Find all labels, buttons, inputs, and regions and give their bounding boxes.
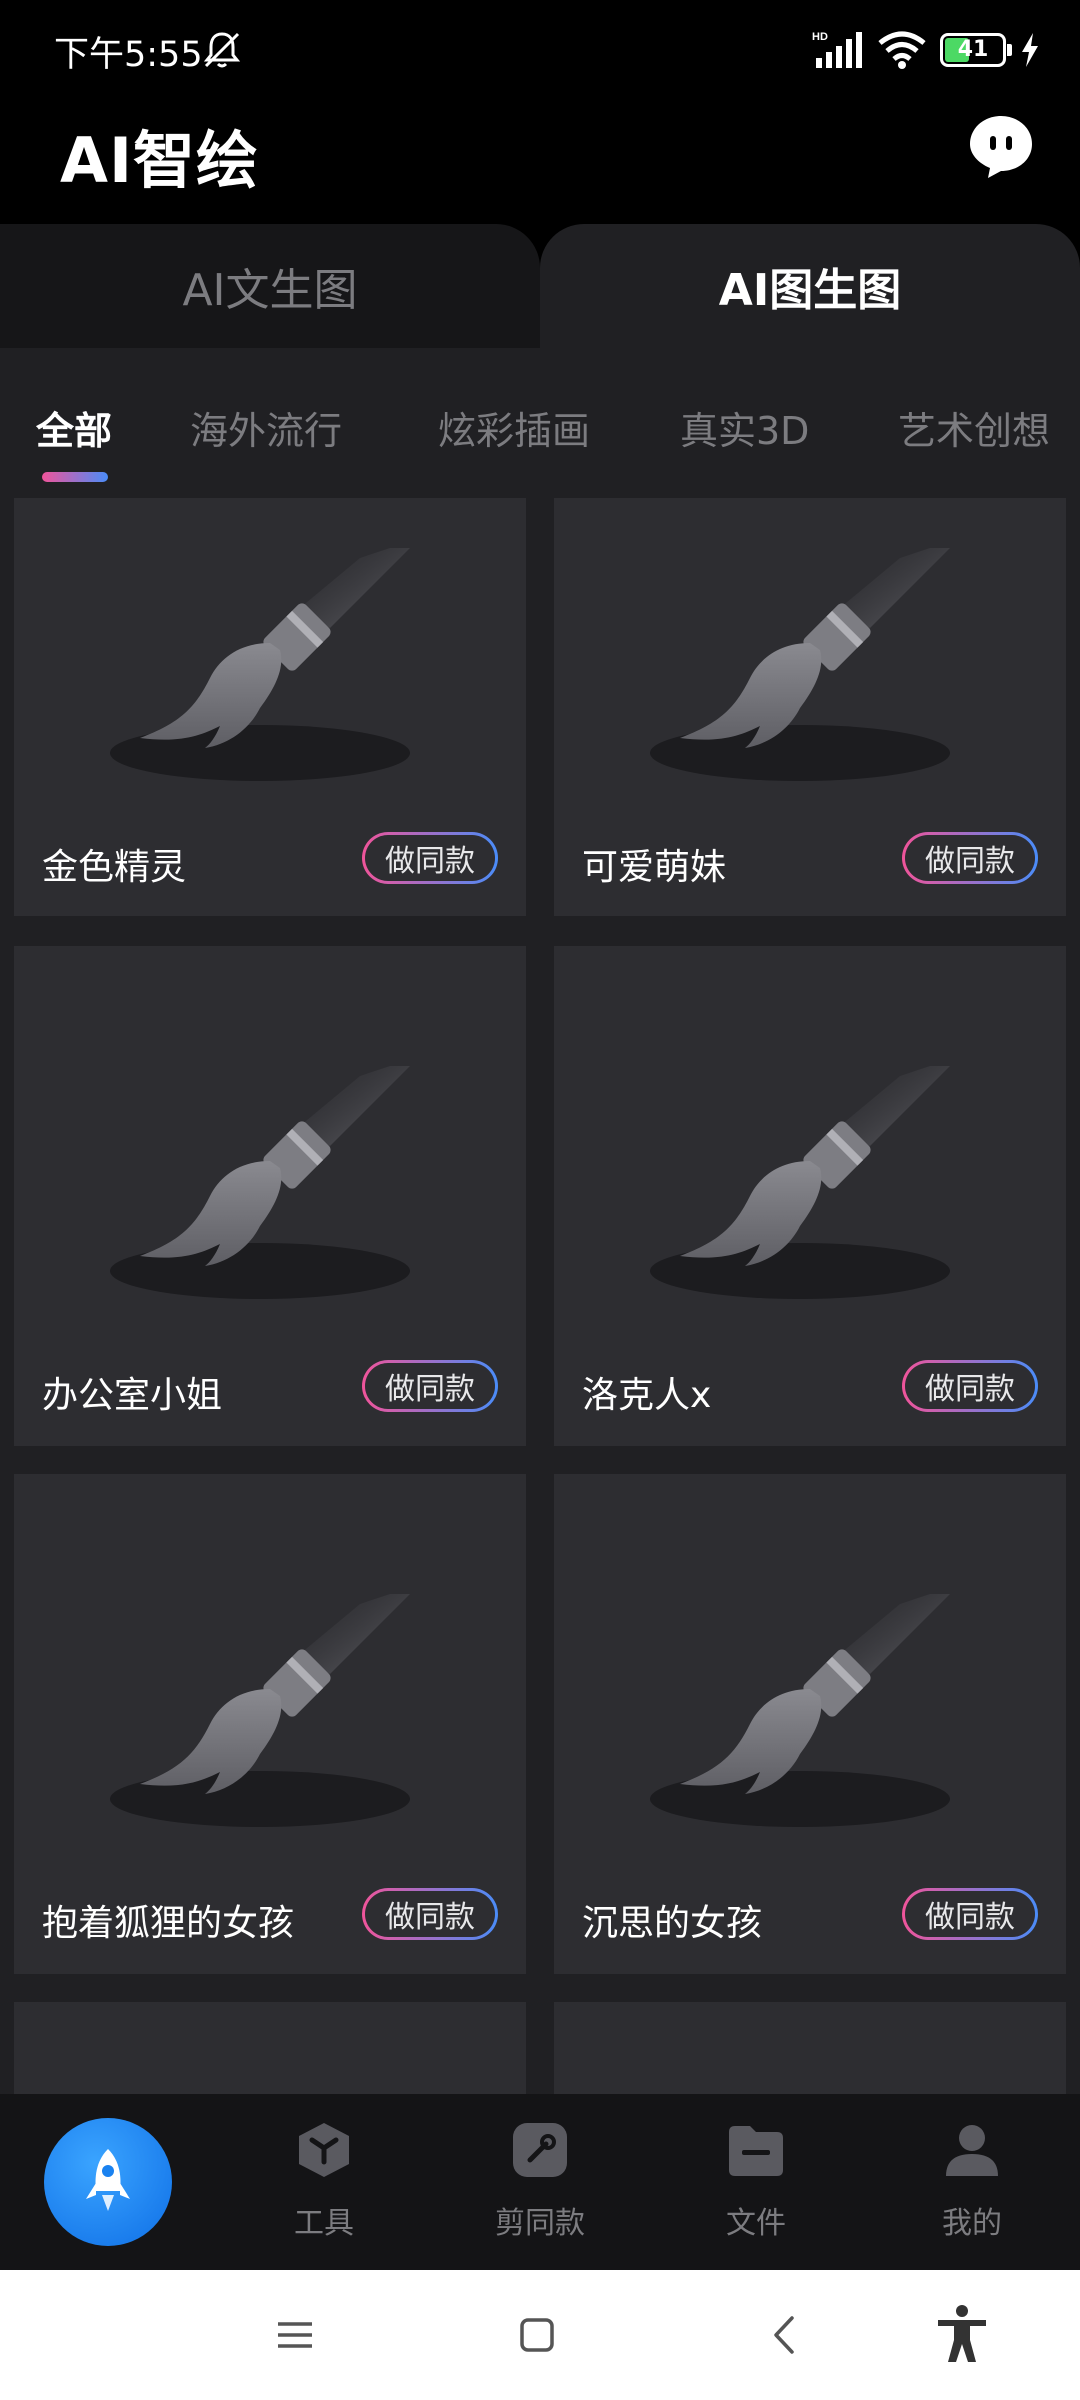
charging-icon (1022, 33, 1038, 67)
category-tab-illustration[interactable]: 炫彩插画 (438, 400, 590, 455)
edit-icon (513, 2123, 567, 2177)
svg-text:HD: HD (812, 31, 828, 43)
card-title: 抱着狐狸的女孩 (42, 1903, 295, 1944)
make-same-button[interactable]: 做同款 (362, 1360, 498, 1412)
make-same-button[interactable]: 做同款 (902, 832, 1038, 884)
paintbrush-icon (110, 1066, 420, 1299)
wifi-icon (878, 31, 926, 69)
paintbrush-icon (110, 1594, 420, 1827)
nav-label-templates: 剪同款 (495, 2206, 585, 2241)
template-card[interactable]: 沉思的女孩 做同款 (554, 1474, 1066, 1974)
nav-label-me: 我的 (942, 2206, 1002, 2241)
paintbrush-icon (650, 1066, 960, 1299)
category-tab-art[interactable]: 艺术创想 (898, 400, 1050, 455)
battery-icon: 41 (940, 33, 1012, 67)
nav-label-files: 文件 (726, 2206, 786, 2241)
category-tabs: 全部 海外流行 炫彩插画 真实3D 艺术创想 (0, 348, 1080, 498)
status-icons: HD 41 (812, 28, 1040, 72)
menu-icon[interactable] (270, 2310, 320, 2360)
template-card[interactable]: 办公室小姐 做同款 (14, 946, 526, 1446)
status-bar: 下午5:55 HD 41 (0, 0, 1080, 100)
paintbrush-icon (110, 548, 420, 781)
nav-label-tools: 工具 (294, 2206, 354, 2241)
paintbrush-icon (650, 548, 960, 781)
category-active-indicator (42, 472, 108, 482)
back-icon[interactable] (760, 2310, 810, 2360)
template-card[interactable]: 可爱萌妹 做同款 (554, 498, 1066, 916)
category-tab-3d[interactable]: 真实3D (680, 400, 809, 455)
card-title: 金色精灵 (42, 847, 187, 888)
home-rocket-button[interactable] (44, 2118, 172, 2246)
template-card[interactable] (14, 2002, 526, 2094)
template-card[interactable]: 抱着狐狸的女孩 做同款 (14, 1474, 526, 1974)
folder-icon (729, 2126, 783, 2176)
category-tab-overseas[interactable]: 海外流行 (190, 400, 342, 455)
home-square-icon[interactable] (512, 2310, 562, 2360)
status-time: 下午5:55 (54, 35, 203, 75)
make-same-button-label: 做同款 (365, 1363, 495, 1409)
nav-item-me[interactable]: 我的 (892, 2120, 1052, 2250)
content-panel: 全部 海外流行 炫彩插画 真实3D 艺术创想 金色精灵 做同款 可爱萌妹 做同款… (0, 348, 1080, 2094)
make-same-button[interactable]: 做同款 (902, 1888, 1038, 1940)
cube-icon (299, 2123, 349, 2177)
nav-item-tools[interactable]: 工具 (244, 2120, 404, 2250)
card-title: 办公室小姐 (42, 1375, 223, 1416)
chat-bubble-icon[interactable] (968, 114, 1034, 180)
template-card[interactable] (554, 2002, 1066, 2094)
make-same-button-label: 做同款 (365, 835, 495, 881)
bottom-nav: 工具 剪同款 文件 我的 (0, 2094, 1080, 2270)
template-card[interactable]: 洛克人x 做同款 (554, 946, 1066, 1446)
app-title: AI智绘 (60, 124, 260, 197)
signal-icon: HD (812, 31, 862, 68)
make-same-button-label: 做同款 (365, 1891, 495, 1937)
rocket-icon (86, 2149, 130, 2211)
template-card[interactable]: 金色精灵 做同款 (14, 498, 526, 916)
paintbrush-icon (650, 1594, 960, 1827)
make-same-button[interactable]: 做同款 (902, 1360, 1038, 1412)
app-screen: 下午5:55 HD 41 AI智绘 AI文生图 AI图生图 全部 海外流行 炫彩… (0, 0, 1080, 2400)
make-same-button[interactable]: 做同款 (362, 832, 498, 884)
bell-muted-icon (203, 32, 241, 68)
battery-level: 41 (957, 37, 989, 62)
make-same-button-label: 做同款 (905, 1891, 1035, 1937)
card-title: 洛克人x (582, 1375, 712, 1416)
category-tab-all[interactable]: 全部 (36, 400, 112, 455)
system-nav-bar (0, 2270, 1080, 2400)
accessibility-icon[interactable] (934, 2304, 990, 2364)
make-same-button[interactable]: 做同款 (362, 1888, 498, 1940)
nav-item-templates[interactable]: 剪同款 (460, 2120, 620, 2250)
mode-tabs: AI文生图 AI图生图 (0, 224, 1080, 348)
card-title: 沉思的女孩 (582, 1903, 763, 1944)
tab-image-to-image[interactable]: AI图生图 (540, 224, 1080, 348)
card-title: 可爱萌妹 (582, 847, 727, 888)
tab-text-to-image[interactable]: AI文生图 (0, 224, 540, 348)
nav-item-files[interactable]: 文件 (676, 2120, 836, 2250)
make-same-button-label: 做同款 (905, 835, 1035, 881)
person-icon (946, 2125, 998, 2176)
make-same-button-label: 做同款 (905, 1363, 1035, 1409)
